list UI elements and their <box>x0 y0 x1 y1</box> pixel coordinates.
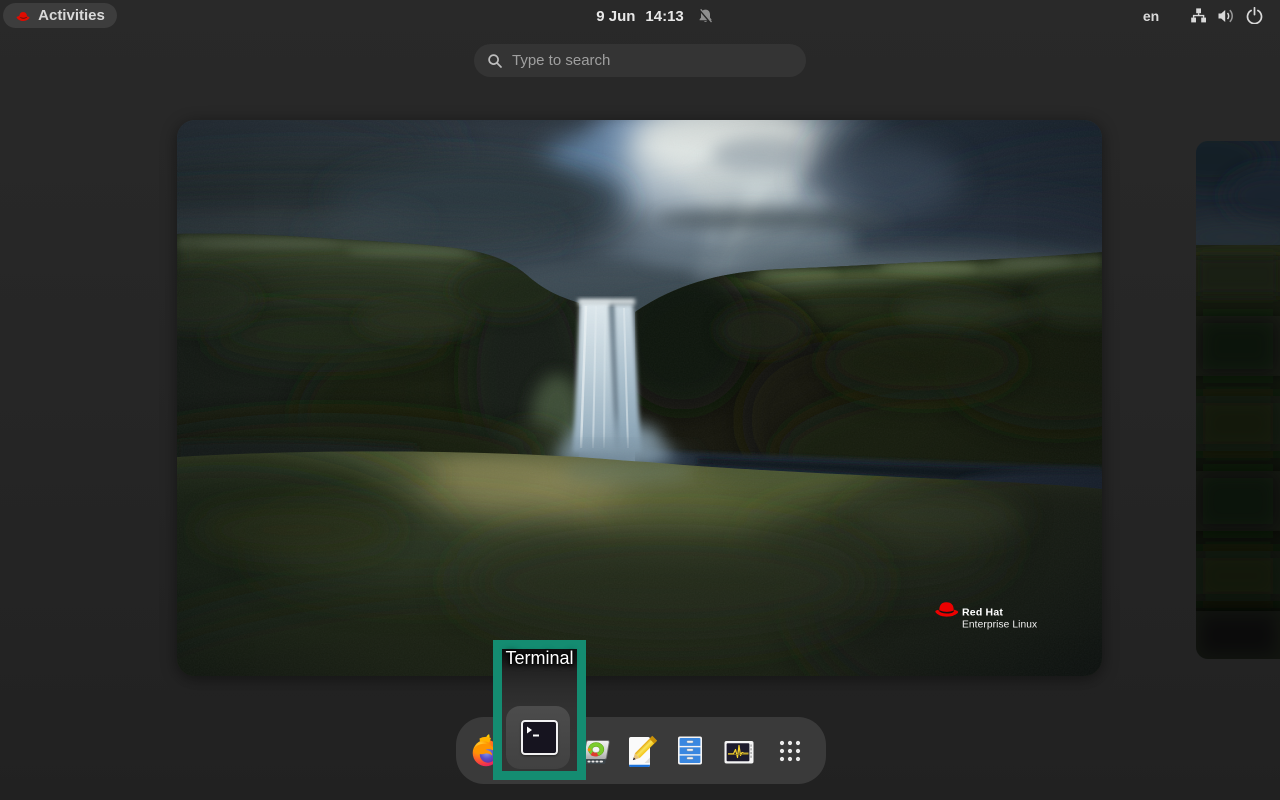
svg-text:Red Hat: Red Hat <box>962 607 1003 619</box>
svg-text:Enterprise Linux: Enterprise Linux <box>962 620 1037 631</box>
